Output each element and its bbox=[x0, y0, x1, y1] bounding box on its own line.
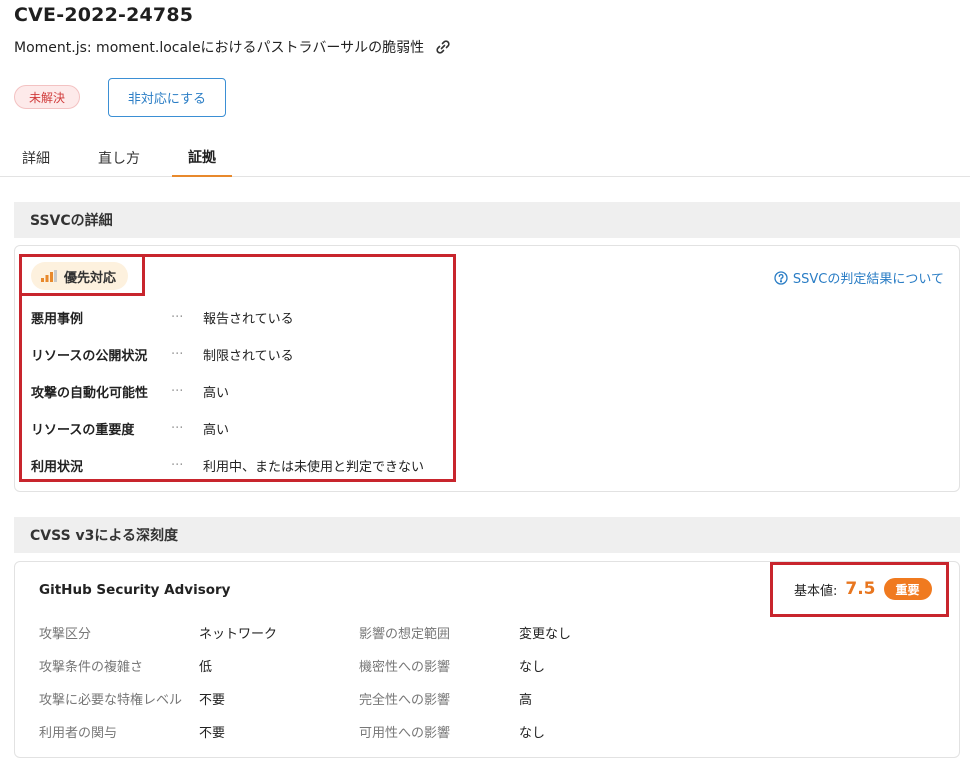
ssvc-row-label: 利用状況 bbox=[31, 459, 84, 475]
ssvc-row-exploitation: 悪用事例 ··· 報告されている bbox=[31, 306, 294, 328]
mark-unsupported-button[interactable]: 非対応にする bbox=[108, 78, 226, 117]
metric-value: 不要 bbox=[199, 692, 226, 708]
metric-value: ネットワーク bbox=[199, 626, 278, 642]
metric-value: なし bbox=[519, 725, 546, 741]
ssvc-about-link-label: SSVCの判定結果について bbox=[792, 272, 944, 287]
tab-evidence[interactable]: 証拠 bbox=[172, 138, 232, 177]
help-circle-icon bbox=[774, 270, 788, 285]
metric-value: 変更なし bbox=[519, 626, 572, 642]
severity-badge: 重要 bbox=[883, 578, 932, 600]
metric-value: 低 bbox=[199, 659, 213, 675]
metric-privileges-required: 攻撃に必要な特権レベル 不要 bbox=[39, 688, 225, 708]
priority-label: 優先対応 bbox=[64, 270, 117, 286]
ssvc-row-value: 高い bbox=[203, 422, 230, 438]
tab-bar: 詳細 直し方 証拠 bbox=[0, 138, 970, 177]
ssvc-row-separator: ··· bbox=[171, 346, 184, 362]
metric-scope: 影響の想定範囲 変更なし bbox=[359, 622, 571, 642]
metric-user-interaction: 利用者の関与 不要 bbox=[39, 721, 225, 741]
status-badge: 未解決 bbox=[14, 85, 81, 109]
metric-label: 攻撃区分 bbox=[39, 626, 92, 642]
metric-availability: 可用性への影響 なし bbox=[359, 721, 545, 741]
base-score: 基本値: 7.5 重要 bbox=[794, 578, 932, 600]
base-score-label: 基本値: bbox=[794, 583, 838, 599]
link-icon[interactable] bbox=[434, 38, 452, 56]
vulnerability-description: Moment.js: moment.localeにおけるパストラバーサルの脆弱性 bbox=[14, 40, 425, 56]
metric-value: 高 bbox=[519, 692, 533, 708]
metric-confidentiality: 機密性への影響 なし bbox=[359, 655, 545, 675]
metric-label: 影響の想定範囲 bbox=[359, 626, 451, 642]
ssvc-about-link[interactable]: SSVCの判定結果について bbox=[774, 268, 944, 287]
metric-label: 利用者の関与 bbox=[39, 725, 118, 741]
ssvc-row-value: 高い bbox=[203, 385, 230, 401]
ssvc-row-separator: ··· bbox=[171, 420, 184, 436]
metric-label: 攻撃条件の複雑さ bbox=[39, 659, 144, 675]
ssvc-row-automatable: 攻撃の自動化可能性 ··· 高い bbox=[31, 380, 229, 402]
metric-attack-vector: 攻撃区分 ネットワーク bbox=[39, 622, 277, 642]
ssvc-row-separator: ··· bbox=[171, 309, 184, 325]
base-score-value: 7.5 bbox=[845, 579, 876, 599]
metric-label: 攻撃に必要な特権レベル bbox=[39, 692, 183, 708]
priority-badge: 優先対応 bbox=[31, 262, 129, 290]
metric-label: 可用性への影響 bbox=[359, 725, 451, 741]
ssvc-row-separator: ··· bbox=[171, 383, 184, 399]
ssvc-row-exposure: リソースの公開状況 ··· 制限されている bbox=[31, 343, 294, 365]
ssvc-section-header: SSVCの詳細 bbox=[14, 202, 960, 238]
metric-value: 不要 bbox=[199, 725, 226, 741]
vulnerability-subtitle: Moment.js: moment.localeにおけるパストラバーサルの脆弱性 bbox=[14, 37, 452, 57]
ssvc-row-label: 攻撃の自動化可能性 bbox=[31, 385, 149, 401]
advisory-source: GitHub Security Advisory bbox=[39, 582, 231, 598]
ssvc-row-importance: リソースの重要度 ··· 高い bbox=[31, 417, 229, 439]
cvss-section-header: CVSS v3による深刻度 bbox=[14, 517, 960, 553]
ssvc-row-label: 悪用事例 bbox=[31, 311, 84, 327]
metric-value: なし bbox=[519, 659, 546, 675]
metric-label: 完全性への影響 bbox=[359, 692, 451, 708]
ssvc-row-label: リソースの公開状況 bbox=[31, 348, 148, 364]
tab-details[interactable]: 詳細 bbox=[14, 138, 58, 177]
tab-fix[interactable]: 直し方 bbox=[90, 138, 148, 177]
metric-integrity: 完全性への影響 高 bbox=[359, 688, 532, 708]
ssvc-row-usage: 利用状況 ··· 利用中、または未使用と判定できない bbox=[31, 454, 424, 476]
ssvc-row-separator: ··· bbox=[171, 457, 184, 473]
ssvc-row-value: 利用中、または未使用と判定できない bbox=[203, 459, 425, 475]
ssvc-row-value: 制限されている bbox=[203, 348, 294, 364]
metric-attack-complexity: 攻撃条件の複雑さ 低 bbox=[39, 655, 212, 675]
ssvc-row-value: 報告されている bbox=[203, 311, 294, 327]
signal-bars-icon bbox=[41, 270, 57, 282]
cve-id-title: CVE-2022-24785 bbox=[14, 4, 194, 26]
metric-label: 機密性への影響 bbox=[359, 659, 451, 675]
ssvc-row-label: リソースの重要度 bbox=[31, 422, 135, 438]
